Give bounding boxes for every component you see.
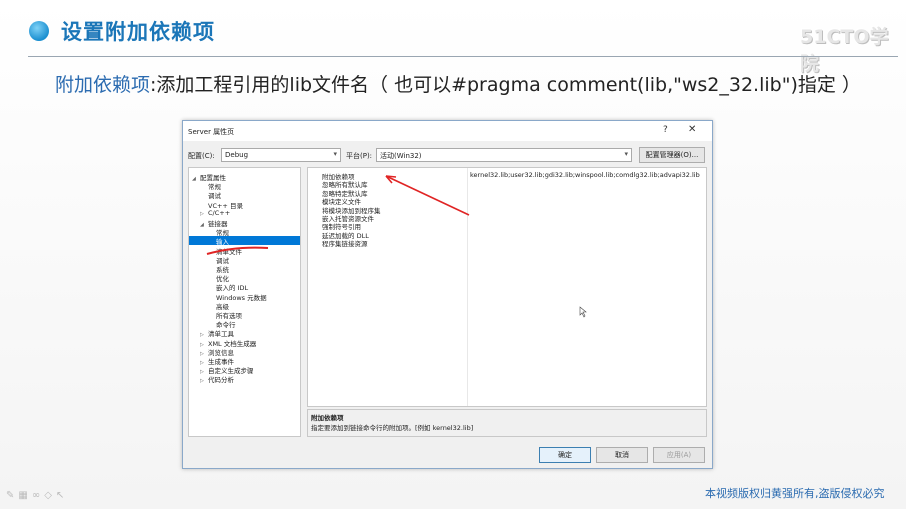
tree-item[interactable]: ◢ 配置属性 — [189, 172, 300, 182]
property-grid[interactable]: 附加依赖项 kernel32.lib;user32.lib;gdi32.lib;w… — [307, 167, 707, 407]
tree-item[interactable]: ▷ C/C++ — [189, 208, 300, 218]
help-button[interactable]: ? — [663, 125, 668, 135]
tree-item[interactable]: 命令行 — [189, 319, 300, 329]
tree-item[interactable]: 调试 — [189, 190, 300, 200]
tree-item-label: C/C++ — [208, 208, 231, 217]
description-text: 指定要添加到链接命令行的附加项。[例如 kernel32.lib] — [311, 424, 474, 432]
close-icon[interactable]: ✕ — [688, 124, 696, 135]
tree-item[interactable]: ▷ 浏览信息 — [189, 347, 300, 357]
tree-item[interactable]: 系统 — [189, 264, 300, 274]
grid-icon[interactable]: ▦ — [18, 490, 31, 501]
category-tree[interactable]: ◢ 配置属性 常规 调试 VC++ 目录 ▷ C/C++ ◢ 链接器 常规 输入 清单文件 调试 系统 优化… — [188, 167, 301, 437]
slide-subtitle: 附加依赖项:添加工程引用的lib文件名（ 也可以#pragma comment(… — [55, 70, 861, 97]
tree-item[interactable]: ▷ 代码分析 — [189, 374, 300, 385]
link-icon[interactable]: ∞ — [32, 490, 44, 501]
cancel-button[interactable]: 取消 — [596, 447, 648, 463]
property-pages-dialog: Server 属性页 ? ✕ 配置(C): Debug ▾ 平台(P): 活动(… — [182, 120, 713, 469]
pen-icon[interactable]: ✎ — [6, 490, 18, 501]
property-value[interactable]: kernel32.lib;user32.lib;gdi32.lib;winspo… — [470, 171, 706, 179]
tree-item[interactable]: 常规 — [189, 181, 300, 191]
expand-icon[interactable]: ▷ — [200, 211, 208, 217]
platform-label: 平台(P): — [346, 152, 373, 160]
tree-item[interactable]: 输入 — [189, 236, 300, 246]
tree-item[interactable]: 所有选项 — [189, 310, 300, 320]
slide-title: 设置附加依赖项 — [61, 20, 215, 44]
tree-item[interactable]: 清单文件 — [189, 246, 300, 256]
cursor-icon[interactable]: ↖ — [56, 490, 68, 501]
player-toolbar: ✎▦∞◇↖ — [6, 490, 68, 501]
tree-item[interactable]: ▷ 生成事件 — [189, 356, 300, 366]
apply-button[interactable]: 应用(A) — [653, 447, 705, 463]
property-row[interactable]: 延迟加载的 DLL — [308, 230, 706, 240]
copyright-note: 本视频版权归黄强所有,盗版侵权必究 — [705, 487, 885, 500]
tree-item[interactable]: 调试 — [189, 255, 300, 265]
tree-item[interactable]: ▷ 自定义生成步骤 — [189, 365, 300, 375]
subtitle-label: 附加依赖项 — [55, 74, 151, 96]
tree-item-label: 代码分析 — [208, 376, 234, 385]
property-row[interactable]: 附加依赖项 kernel32.lib;user32.lib;gdi32.lib;w… — [308, 171, 706, 181]
tree-item[interactable]: Windows 元数据 — [189, 292, 300, 302]
property-name: 程序集链接资源 — [322, 240, 368, 249]
ok-button[interactable]: 确定 — [539, 447, 591, 463]
property-row[interactable]: 嵌入托管资源文件 — [308, 213, 706, 223]
property-row[interactable]: 程序集链接资源 — [308, 238, 706, 249]
expand-icon[interactable]: ▷ — [200, 378, 208, 384]
property-row[interactable]: 忽略特定默认库 — [308, 188, 706, 198]
tree-item[interactable]: ▷ 清单工具 — [189, 328, 300, 338]
description-title: 附加依赖项 — [311, 414, 344, 422]
share-icon[interactable]: ◇ — [44, 490, 56, 501]
property-row[interactable]: 忽略所有默认库 — [308, 179, 706, 189]
config-value: Debug — [225, 151, 249, 159]
chevron-down-icon: ▾ — [333, 150, 337, 158]
property-row[interactable]: 模块定义文件 — [308, 196, 706, 206]
tree-item[interactable]: 常规 — [189, 227, 300, 237]
config-select[interactable]: Debug ▾ — [221, 148, 341, 162]
header-divider — [28, 56, 898, 57]
config-manager-button[interactable]: 配置管理器(O)... — [639, 147, 705, 163]
dialog-title: Server 属性页 — [188, 128, 235, 136]
tree-item[interactable]: ▷ XML 文档生成器 — [189, 338, 300, 348]
dialog-titlebar: Server 属性页 ? ✕ — [183, 121, 712, 141]
property-row[interactable]: 将模块添加到程序集 — [308, 205, 706, 215]
platform-select[interactable]: 活动(Win32) ▾ — [376, 148, 632, 162]
tree-item[interactable]: ◢ 链接器 — [189, 218, 300, 228]
tree-item[interactable]: VC++ 目录 — [189, 200, 300, 210]
description-panel: 附加依赖项 指定要添加到链接命令行的附加项。[例如 kernel32.lib] — [307, 409, 707, 437]
config-label: 配置(C): — [188, 152, 215, 160]
chevron-down-icon: ▾ — [624, 150, 628, 158]
bullet-dot-icon — [29, 21, 49, 41]
tree-item[interactable]: 嵌入的 IDL — [189, 282, 300, 292]
brand-logo: 51CTO学院 — [800, 26, 889, 75]
tree-item[interactable]: 优化 — [189, 273, 300, 283]
property-row[interactable]: 强制符号引用 — [308, 221, 706, 231]
subtitle-text: 添加工程引用的lib文件名（ 也可以#pragma comment(lib,"w… — [156, 74, 861, 96]
platform-value: 活动(Win32) — [380, 152, 422, 160]
tree-item[interactable]: 高级 — [189, 301, 300, 311]
